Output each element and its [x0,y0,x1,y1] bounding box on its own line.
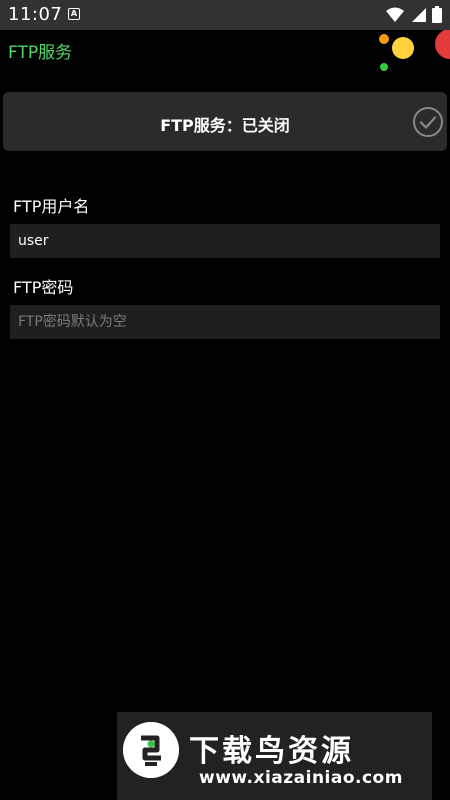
watermark: 下载鸟资源 www.xiazainiao.com [117,712,432,800]
password-label: FTP密码 [13,278,74,297]
watermark-title: 下载鸟资源 [189,734,354,769]
service-status-label: FTP服务：已关闭 [160,116,290,135]
screen: 11:07 A FTP服务 FTP服务：已关闭 FTP用户名 user FTP密… [0,0,450,800]
battery-icon [432,6,442,23]
app-title: FTP服务 [8,43,73,63]
status-bar: 11:07 A [0,0,450,30]
password-input[interactable] [10,305,440,339]
cellular-signal-icon [412,7,426,22]
status-icons [386,6,442,23]
watermark-url: www.xiazainiao.com [199,768,403,788]
username-input[interactable] [10,224,440,258]
bird-logo-icon [123,722,179,778]
username-label: FTP用户名 [13,197,90,216]
wifi-icon [386,7,404,22]
status-time: 11:07 [8,4,63,25]
ftp-service-toggle[interactable]: FTP服务：已关闭 [3,92,447,151]
checkmark-circle-icon [413,107,443,137]
notification-icon: A [68,8,80,20]
decorative-balls-icon [379,30,450,71]
